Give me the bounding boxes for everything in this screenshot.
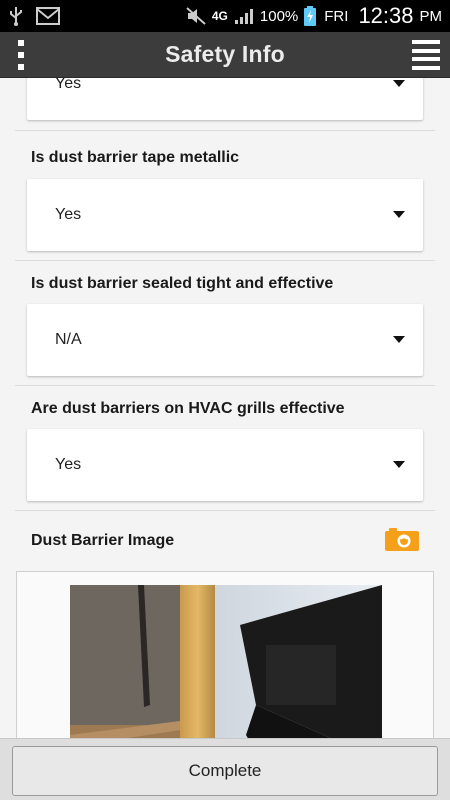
- form-list: Yes Is dust barrier tape metallic Yes Is…: [15, 78, 435, 738]
- dropdown-caret-icon: [393, 211, 405, 218]
- overflow-menu-icon[interactable]: [14, 40, 28, 70]
- page-title: Safety Info: [165, 41, 285, 67]
- select-value: N/A: [55, 331, 82, 348]
- question-label: Is dust barrier tape metallic: [31, 149, 240, 166]
- network-4g-icon: 4G: [211, 9, 228, 23]
- status-period: PM: [419, 7, 443, 25]
- battery-percent: 100%: [259, 7, 299, 25]
- status-time: 12:38: [358, 3, 414, 28]
- complete-button[interactable]: Complete: [12, 746, 438, 796]
- mute-icon: [186, 7, 206, 25]
- hamburger-menu-icon[interactable]: [412, 40, 440, 70]
- question-select[interactable]: Yes: [27, 179, 423, 251]
- question-select[interactable]: Yes: [27, 429, 423, 501]
- battery-charging-icon: [304, 6, 317, 26]
- select-value: Yes: [55, 456, 82, 473]
- app-bar: Safety Info: [0, 32, 450, 78]
- dropdown-caret-icon: [393, 80, 405, 87]
- signal-icon: [234, 7, 254, 25]
- form-scroll-area[interactable]: Yes Is dust barrier tape metallic Yes Is…: [0, 78, 450, 738]
- question-label: Are dust barriers on HVAC grills effecti…: [31, 400, 345, 417]
- dropdown-caret-icon: [393, 461, 405, 468]
- status-day: FRI: [324, 7, 349, 25]
- image-section-header: Dust Barrier Image: [15, 511, 435, 571]
- camera-icon[interactable]: [385, 527, 419, 551]
- status-bar: 4G 100% FRI 12:38 PM: [0, 0, 450, 32]
- dropdown-caret-icon: [393, 336, 405, 343]
- question-label: Is dust barrier sealed tight and effecti…: [31, 275, 334, 292]
- bottom-bar: Complete: [0, 738, 450, 800]
- select-value: Yes: [55, 206, 82, 223]
- select-value: Yes: [55, 78, 82, 92]
- usb-icon: [8, 6, 24, 26]
- question-select[interactable]: Yes: [27, 78, 423, 120]
- dust-barrier-photo: [70, 585, 382, 738]
- image-frame[interactable]: [16, 571, 434, 738]
- question-select[interactable]: N/A: [27, 304, 423, 376]
- gmail-icon: [36, 7, 60, 25]
- image-section-label: Dust Barrier Image: [31, 532, 175, 549]
